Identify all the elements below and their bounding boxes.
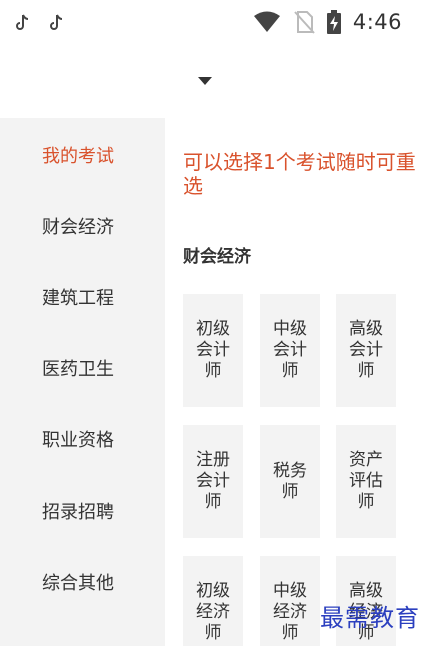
sidebar-item-others[interactable]: 综合其他	[0, 562, 165, 602]
exam-tile-label: 注册会计师	[196, 450, 230, 512]
status-bar: 4:46	[0, 0, 442, 50]
exam-tile-junior-accountant[interactable]: 初级会计师	[183, 294, 243, 407]
notification-icons	[16, 14, 64, 32]
exam-tile-cpa[interactable]: 注册会计师	[183, 425, 243, 538]
exam-tile-label: 资产评估师	[349, 450, 383, 512]
exam-tile-tax-advisor[interactable]: 税务师	[260, 425, 320, 538]
caret-down-icon[interactable]	[197, 76, 213, 86]
wifi-icon	[253, 11, 280, 32]
exam-tile-label: 税务师	[273, 460, 307, 502]
exam-tile-asset-appraiser[interactable]: 资产评估师	[336, 425, 396, 538]
exam-panel: 可以选择1个考试随时可重选 财会经济 初级会计师 中级会计师 高级会计师 注册会…	[165, 118, 442, 646]
sidebar-item-professional-qualification[interactable]: 职业资格	[0, 419, 165, 459]
watermark: 最需教育	[320, 604, 420, 632]
exam-tile-label: 初级经济师	[196, 581, 230, 643]
battery-charging-icon	[326, 10, 341, 34]
exam-tile-label: 中级会计师	[273, 319, 307, 381]
system-status: 4:46	[253, 10, 402, 34]
exam-tile-label: 初级会计师	[196, 319, 230, 381]
tiktok-icon	[16, 14, 29, 30]
exam-tile-label: 高级会计师	[349, 319, 383, 381]
exam-tile-intermediate-accountant[interactable]: 中级会计师	[260, 294, 320, 407]
exam-tile-label: 中级经济师	[273, 581, 307, 643]
exam-tile-junior-economist[interactable]: 初级经济师	[183, 556, 243, 646]
sidebar-item-finance-economics[interactable]: 财会经济	[0, 206, 165, 246]
tiktok-icon	[50, 14, 63, 30]
exam-tile-senior-accountant[interactable]: 高级会计师	[336, 294, 396, 407]
sidebar-item-my-exams[interactable]: 我的考试	[0, 135, 165, 175]
no-sim-icon	[294, 11, 315, 34]
selection-hint: 可以选择1个考试随时可重选	[183, 150, 416, 198]
clock: 4:46	[352, 10, 402, 34]
sidebar-item-medicine-health[interactable]: 医药卫生	[0, 348, 165, 388]
category-sidebar: 我的考试 财会经济 建筑工程 医药卫生 职业资格 招录招聘 综合其他	[0, 118, 165, 646]
sidebar-item-recruitment[interactable]: 招录招聘	[0, 491, 165, 531]
category-title: 财会经济	[183, 247, 251, 267]
sidebar-item-construction[interactable]: 建筑工程	[0, 277, 165, 317]
exam-tile-intermediate-economist[interactable]: 中级经济师	[260, 556, 320, 646]
